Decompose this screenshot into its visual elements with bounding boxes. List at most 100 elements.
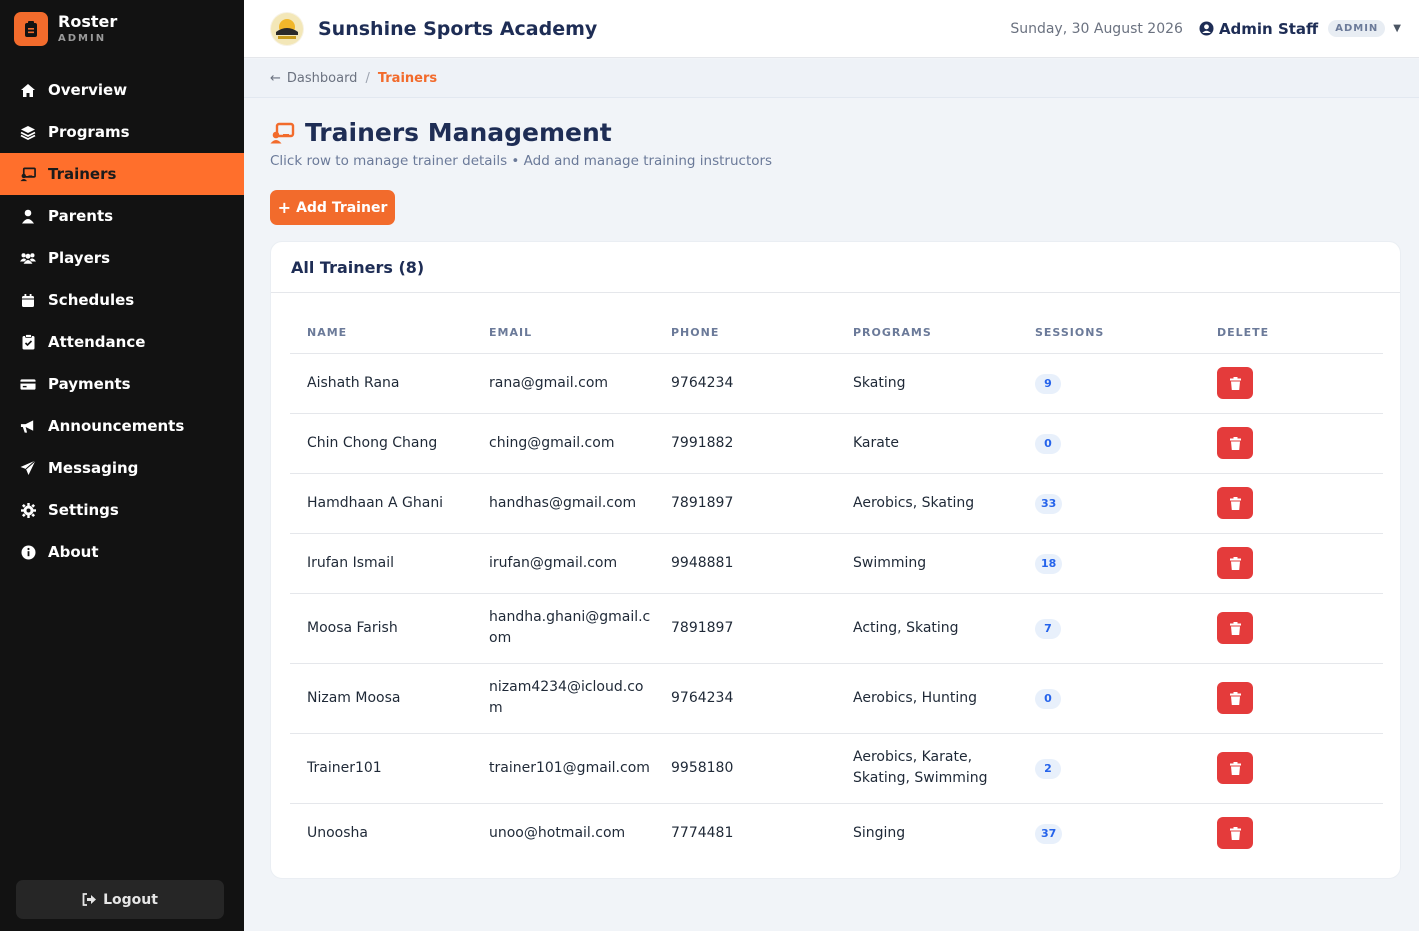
- trainers-card: All Trainers (8) NAME EMAIL PHONE PROGRA…: [270, 241, 1401, 879]
- trainer-phone: 7891897: [654, 473, 836, 534]
- trash-icon: [1229, 691, 1241, 705]
- delete-button[interactable]: [1217, 427, 1253, 459]
- table-row[interactable]: Moosa Farish handha.ghani@gmail.com 7891…: [290, 593, 1383, 664]
- column-header-programs[interactable]: PROGRAMS: [836, 312, 1018, 354]
- sidebar-item-schedules[interactable]: Schedules: [0, 279, 244, 321]
- table-row[interactable]: Nizam Moosa nizam4234@icloud.com 9764234…: [290, 663, 1383, 734]
- trainer-phone: 7891897: [654, 593, 836, 664]
- page-title-text: Trainers Management: [305, 118, 612, 147]
- add-trainer-button[interactable]: + Add Trainer: [270, 190, 395, 225]
- user-menu[interactable]: Admin Staff ADMIN ▼: [1199, 20, 1401, 38]
- trainer-programs: Aerobics, Karate, Skating, Swimming: [836, 733, 1018, 804]
- sidebar-item-label: Messaging: [48, 459, 139, 477]
- trainer-email: handhas@gmail.com: [472, 473, 654, 534]
- table-row[interactable]: Unoosha unoo@hotmail.com 7774481 Singing…: [290, 803, 1383, 863]
- clipboard-check-icon: [20, 334, 36, 350]
- sidebar-item-programs[interactable]: Programs: [0, 111, 244, 153]
- arrow-left-icon[interactable]: ←: [270, 71, 281, 86]
- trainer-name: Unoosha: [307, 824, 368, 841]
- sidebar-item-label: Parents: [48, 207, 114, 225]
- delete-button[interactable]: [1217, 682, 1253, 714]
- delete-button[interactable]: [1217, 547, 1253, 579]
- trainer-email-text: unoo@hotmail.com: [489, 824, 626, 841]
- trainer-sessions: 2: [1018, 733, 1200, 804]
- trainer-email: trainer101@gmail.com: [472, 733, 654, 804]
- page-header: Trainers Management Click row to manage …: [270, 118, 772, 169]
- table-row[interactable]: Irufan Ismail irufan@gmail.com 9948881 S…: [290, 533, 1383, 594]
- trainer-phone: 7991882: [654, 413, 836, 474]
- table-row[interactable]: Hamdhaan A Ghani handhas@gmail.com 78918…: [290, 473, 1383, 534]
- trainer-email: ching@gmail.com: [472, 413, 654, 474]
- trainer-name: Aishath Rana: [290, 353, 472, 414]
- delete-button[interactable]: [1217, 367, 1253, 399]
- trainer-name: Chin Chong Chang: [290, 413, 472, 474]
- sidebar-item-announcements[interactable]: Announcements: [0, 405, 244, 447]
- trainer-email-text: handhas@gmail.com: [489, 494, 637, 511]
- table-row[interactable]: Chin Chong Chang ching@gmail.com 7991882…: [290, 413, 1383, 474]
- delete-button[interactable]: [1217, 487, 1253, 519]
- sidebar-item-overview[interactable]: Overview: [0, 69, 244, 111]
- trash-icon: [1229, 826, 1241, 840]
- trainer-programs: Swimming: [836, 533, 1018, 594]
- trainer-phone: 9958180: [654, 733, 836, 804]
- trainer-name: Nizam Moosa: [290, 663, 472, 734]
- logout-button[interactable]: Logout: [16, 880, 224, 919]
- sessions-badge: 9: [1035, 373, 1061, 394]
- table-header-row: NAME EMAIL PHONE PROGRAMS SESSIONS DELET…: [290, 312, 1383, 354]
- chevron-down-icon: ▼: [1393, 23, 1401, 34]
- trash-icon: [1229, 496, 1241, 510]
- layers-icon: [20, 124, 36, 140]
- trainer-delete: [1200, 413, 1383, 474]
- sidebar-item-label: Schedules: [48, 291, 135, 309]
- trainer-sessions: 0: [1018, 413, 1200, 474]
- sidebar-item-label: Attendance: [48, 333, 146, 351]
- sidebar-item-about[interactable]: About: [0, 531, 244, 573]
- trainer-sessions: 37: [1018, 803, 1200, 863]
- column-header-name[interactable]: NAME: [290, 312, 472, 354]
- credit-card-icon: [20, 376, 36, 392]
- sessions-badge: 7: [1035, 618, 1061, 639]
- delete-button[interactable]: [1217, 752, 1253, 784]
- topbar: Sunshine Sports Academy Sunday, 30 Augus…: [244, 0, 1419, 58]
- user-circle-icon: [1199, 21, 1214, 36]
- brand[interactable]: Roster ADMIN: [0, 0, 244, 57]
- table-row[interactable]: Trainer101 trainer101@gmail.com 9958180 …: [290, 733, 1383, 804]
- megaphone-icon: [20, 418, 36, 434]
- logout-label: Logout: [103, 891, 158, 908]
- delete-button[interactable]: [1217, 612, 1253, 644]
- sessions-badge: 0: [1035, 688, 1061, 709]
- trainer-delete: [1200, 733, 1383, 804]
- trainer-email-text: irufan@gmail.com: [489, 554, 618, 571]
- breadcrumb-dashboard-link[interactable]: Dashboard: [287, 71, 358, 86]
- trainer-email-text: nizam4234@icloud.com: [489, 679, 644, 716]
- clipboard-logo-icon: [14, 11, 48, 46]
- column-header-sessions[interactable]: SESSIONS: [1018, 312, 1200, 354]
- trainer-phone: 9764234: [654, 663, 836, 734]
- trainer-delete: [1200, 473, 1383, 534]
- calendar-icon: [20, 292, 36, 308]
- trainer-programs: Skating: [836, 353, 1018, 414]
- sidebar-item-payments[interactable]: Payments: [0, 363, 244, 405]
- sidebar-item-attendance[interactable]: Attendance: [0, 321, 244, 363]
- column-header-phone[interactable]: PHONE: [654, 312, 836, 354]
- trainer-sessions: 33: [1018, 473, 1200, 534]
- trainers-table: NAME EMAIL PHONE PROGRAMS SESSIONS DELET…: [290, 312, 1383, 863]
- trainer-delete: [1200, 353, 1383, 414]
- sidebar-item-messaging[interactable]: Messaging: [0, 447, 244, 489]
- logout-icon: [82, 893, 97, 906]
- delete-button[interactable]: [1217, 817, 1253, 850]
- sidebar-item-label: Announcements: [48, 417, 185, 435]
- trash-icon: [1229, 621, 1241, 635]
- trash-icon: [1229, 376, 1241, 390]
- column-header-email[interactable]: EMAIL: [472, 312, 654, 354]
- table-row[interactable]: Aishath Rana rana@gmail.com 9764234 Skat…: [290, 353, 1383, 414]
- sidebar-item-parents[interactable]: Parents: [0, 195, 244, 237]
- chalkboard-icon: [20, 166, 36, 182]
- trash-icon: [1229, 436, 1241, 450]
- sidebar-item-players[interactable]: Players: [0, 237, 244, 279]
- trainer-email: rana@gmail.com: [472, 353, 654, 414]
- sidebar-item-label: Trainers: [48, 165, 117, 183]
- sidebar-item-trainers[interactable]: Trainers: [0, 153, 244, 195]
- trainer-phone: 9764234: [654, 353, 836, 414]
- sidebar-item-settings[interactable]: Settings: [0, 489, 244, 531]
